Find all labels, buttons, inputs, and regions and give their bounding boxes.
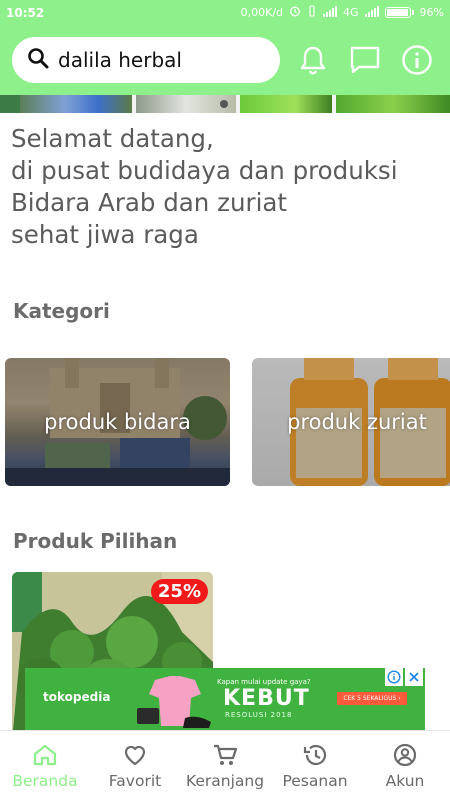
bell-icon[interactable] [296,43,330,77]
ad-subline: RESOLUSI 2018 [225,711,293,719]
heart-icon [124,745,146,766]
status-indicators: 0,00K/d 4G 96% [241,5,444,20]
bottom-navigation: Beranda Favorit Keranjang Pesanan Akun [0,730,450,800]
nav-label: Pesanan [282,772,348,790]
ad-product-image [137,676,211,728]
nav-label: Beranda [12,772,78,790]
signal-icon [323,5,338,20]
ad-tagline: Kapan mulai update gaya? [217,678,311,686]
account-icon [393,743,417,767]
nav-label: Favorit [108,772,162,790]
signal-icon-2 [364,5,379,20]
alarm-icon [289,5,301,20]
vibrate-icon [307,5,317,20]
network-speed: 0,00K/d [240,6,284,19]
search-input[interactable]: dalila herbal [58,48,182,72]
search-icon [26,46,50,74]
ad-cta-button[interactable]: CEK 5 SEKALIGUS › [337,692,407,705]
banner-image [0,95,20,113]
ad-brand: tokopedia [43,690,111,704]
ad-headline: KEBUT [223,686,310,711]
banner-image [240,95,332,113]
nav-favorit[interactable]: Favorit [90,731,180,800]
category-card-bidara[interactable]: produk bidara [5,358,230,486]
welcome-text: Selamat datang, di pusat budidaya dan pr… [11,124,398,249]
search-bar[interactable]: dalila herbal [12,37,280,83]
status-time: 10:52 [6,5,45,20]
nav-pesanan[interactable]: Pesanan [270,731,360,800]
nav-beranda[interactable]: Beranda [0,731,90,800]
battery-icon [384,7,414,18]
category-label: produk bidara [44,410,191,434]
info-icon[interactable] [400,43,434,77]
cart-icon [214,744,238,765]
nav-label: Akun [385,772,425,790]
banner-carousel[interactable] [0,95,450,113]
banner-image [336,95,450,113]
chat-icon[interactable] [348,43,382,77]
nav-keranjang[interactable]: Keranjang [180,731,270,800]
banner-image [20,95,132,113]
nav-akun[interactable]: Akun [360,731,450,800]
carousel-dot-active [220,100,228,108]
ad-banner[interactable]: tokopedia Kapan mulai update gaya? KEBUT… [25,668,425,730]
nav-label: Keranjang [185,772,265,790]
adchoices-icon[interactable] [385,668,403,686]
discount-badge: 25% [150,579,208,604]
category-card-zuriat[interactable]: produk zuriat [252,358,450,486]
category-label: produk zuriat [287,410,427,434]
history-icon [303,744,327,766]
app-bar: dalila herbal [0,25,450,95]
status-bar: 10:52 0,00K/d 4G 96% [0,0,450,25]
battery-percent: 96% [419,6,444,19]
produk-pilihan-title: Produk Pilihan [13,529,178,553]
close-ad-icon[interactable] [405,668,423,686]
kategori-title: Kategori [13,299,110,323]
network-type: 4G [343,6,359,19]
home-icon [33,744,57,766]
